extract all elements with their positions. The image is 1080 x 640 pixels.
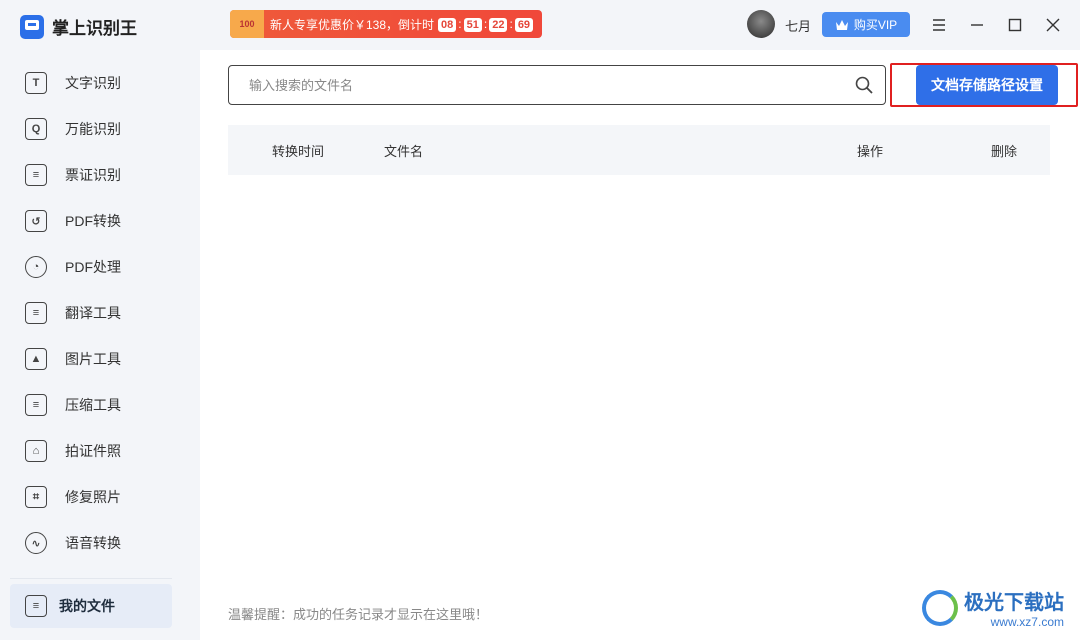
app-title: 掌上识别王: [52, 19, 137, 38]
my-files-icon: ≡: [25, 595, 47, 617]
sidebar-item-label: 语音转换: [65, 535, 121, 551]
pdf-process-icon: ◔: [25, 256, 47, 278]
promo-badge: 100: [239, 19, 255, 29]
sidebar-item-universal-recognition[interactable]: Q 万能识别: [0, 106, 200, 152]
universal-recognition-icon: Q: [25, 118, 47, 140]
watermark-title: 极光下载站: [964, 592, 1064, 614]
storage-path-settings-button[interactable]: 文档存储路径设置: [916, 65, 1058, 105]
ticket-recognition-icon: ≡: [25, 164, 47, 186]
file-table-header: 转换时间 文件名 操作 删除: [228, 125, 1050, 175]
voice-convert-icon: ∿: [25, 532, 47, 554]
close-icon[interactable]: [1042, 14, 1064, 36]
sidebar-item-label: 翻译工具: [65, 305, 121, 321]
countdown-centis: 69: [514, 18, 534, 32]
sidebar-item-compress[interactable]: ≡ 压缩工具: [0, 382, 200, 428]
sidebar-item-my-files[interactable]: ≡ 我的文件: [10, 584, 172, 628]
sidebar-item-text-recognition[interactable]: T 文字识别: [0, 60, 200, 106]
search-box: [228, 65, 886, 105]
sidebar-item-label: 万能识别: [65, 121, 121, 137]
watermark-url: www.xz7.com: [990, 615, 1064, 629]
sidebar-item-label: PDF处理: [65, 259, 121, 275]
id-photo-icon: ⌂: [25, 440, 47, 462]
minimize-icon[interactable]: [966, 14, 988, 36]
countdown-seconds: 22: [489, 18, 508, 32]
sidebar-item-label: 票证识别: [65, 167, 121, 183]
maximize-icon[interactable]: [1004, 14, 1026, 36]
watermark: 极光下载站 www.xz7.com: [922, 586, 1064, 629]
sidebar-item-label: 压缩工具: [65, 397, 121, 413]
sidebar-item-translate[interactable]: ≡ 翻译工具: [0, 290, 200, 336]
search-icon[interactable]: [855, 76, 873, 94]
app-logo-icon: [20, 14, 44, 39]
compress-icon: ≡: [25, 394, 47, 416]
column-header-filename: 文件名: [384, 143, 424, 159]
sidebar-item-label: 文字识别: [65, 75, 121, 91]
crown-icon: [835, 19, 848, 30]
repair-photo-icon: ⌗: [25, 486, 47, 508]
sidebar-divider: [10, 578, 172, 579]
sidebar-item-ticket-recognition[interactable]: ≡ 票证识别: [0, 152, 200, 198]
sidebar-item-id-photo[interactable]: ⌂ 拍证件照: [0, 428, 200, 474]
text-recognition-icon: T: [25, 72, 47, 94]
sidebar-item-label: PDF转换: [65, 213, 121, 229]
sidebar-item-pdf-process[interactable]: ◔ PDF处理: [0, 244, 200, 290]
countdown-minutes: 51: [463, 18, 482, 32]
column-header-delete: 删除: [991, 143, 1018, 159]
menu-icon[interactable]: [928, 14, 950, 36]
sidebar-item-voice-convert[interactable]: ∿ 语音转换: [0, 520, 200, 566]
sidebar-item-label: 图片工具: [65, 351, 121, 367]
main-panel: 100 新人专享优惠价￥138，倒计时 08:51:22:69 七月 购买VIP: [200, 0, 1080, 640]
translate-icon: ≡: [25, 302, 47, 324]
sidebar-item-image-tool[interactable]: ▲ 图片工具: [0, 336, 200, 382]
image-tool-icon: ▲: [25, 348, 47, 370]
gift-box-icon: 100: [230, 10, 264, 38]
avatar[interactable]: [747, 10, 775, 38]
sidebar-nav: T 文字识别 Q 万能识别 ≡ 票证识别 ↺ PDF转换 ◔ PDF处理 ≡ 翻…: [0, 60, 200, 566]
countdown: 08:51:22:69: [437, 15, 534, 33]
column-header-time: 转换时间: [272, 143, 325, 159]
countdown-hours: 08: [438, 18, 457, 32]
search-input[interactable]: [249, 77, 829, 93]
buy-vip-button[interactable]: 购买VIP: [822, 12, 910, 37]
sidebar-item-label: 修复照片: [65, 489, 121, 505]
top-bar: 100 新人专享优惠价￥138，倒计时 08:51:22:69 七月 购买VIP: [200, 0, 1080, 50]
app-logo: 掌上识别王: [20, 14, 137, 39]
sidebar: 掌上识别王 T 文字识别 Q 万能识别 ≡ 票证识别 ↺ PDF转换 ◔ PDF…: [0, 0, 200, 640]
promo-text: 新人专享优惠价￥138，倒计时: [270, 17, 435, 32]
sidebar-item-pdf-convert[interactable]: ↺ PDF转换: [0, 198, 200, 244]
sidebar-item-label: 拍证件照: [65, 443, 121, 459]
watermark-logo-icon: [922, 589, 958, 626]
pdf-convert-icon: ↺: [25, 210, 47, 232]
buy-vip-label: 购买VIP: [853, 18, 898, 32]
sidebar-item-repair-photo[interactable]: ⌗ 修复照片: [0, 474, 200, 520]
promo-banner[interactable]: 100 新人专享优惠价￥138，倒计时 08:51:22:69: [230, 10, 542, 38]
tip-text: 温馨提醒：成功的任务记录才显示在这里哦！: [228, 607, 489, 622]
column-header-action: 操作: [857, 143, 884, 159]
username[interactable]: 七月: [785, 16, 811, 35]
sidebar-item-label: 我的文件: [59, 598, 115, 614]
